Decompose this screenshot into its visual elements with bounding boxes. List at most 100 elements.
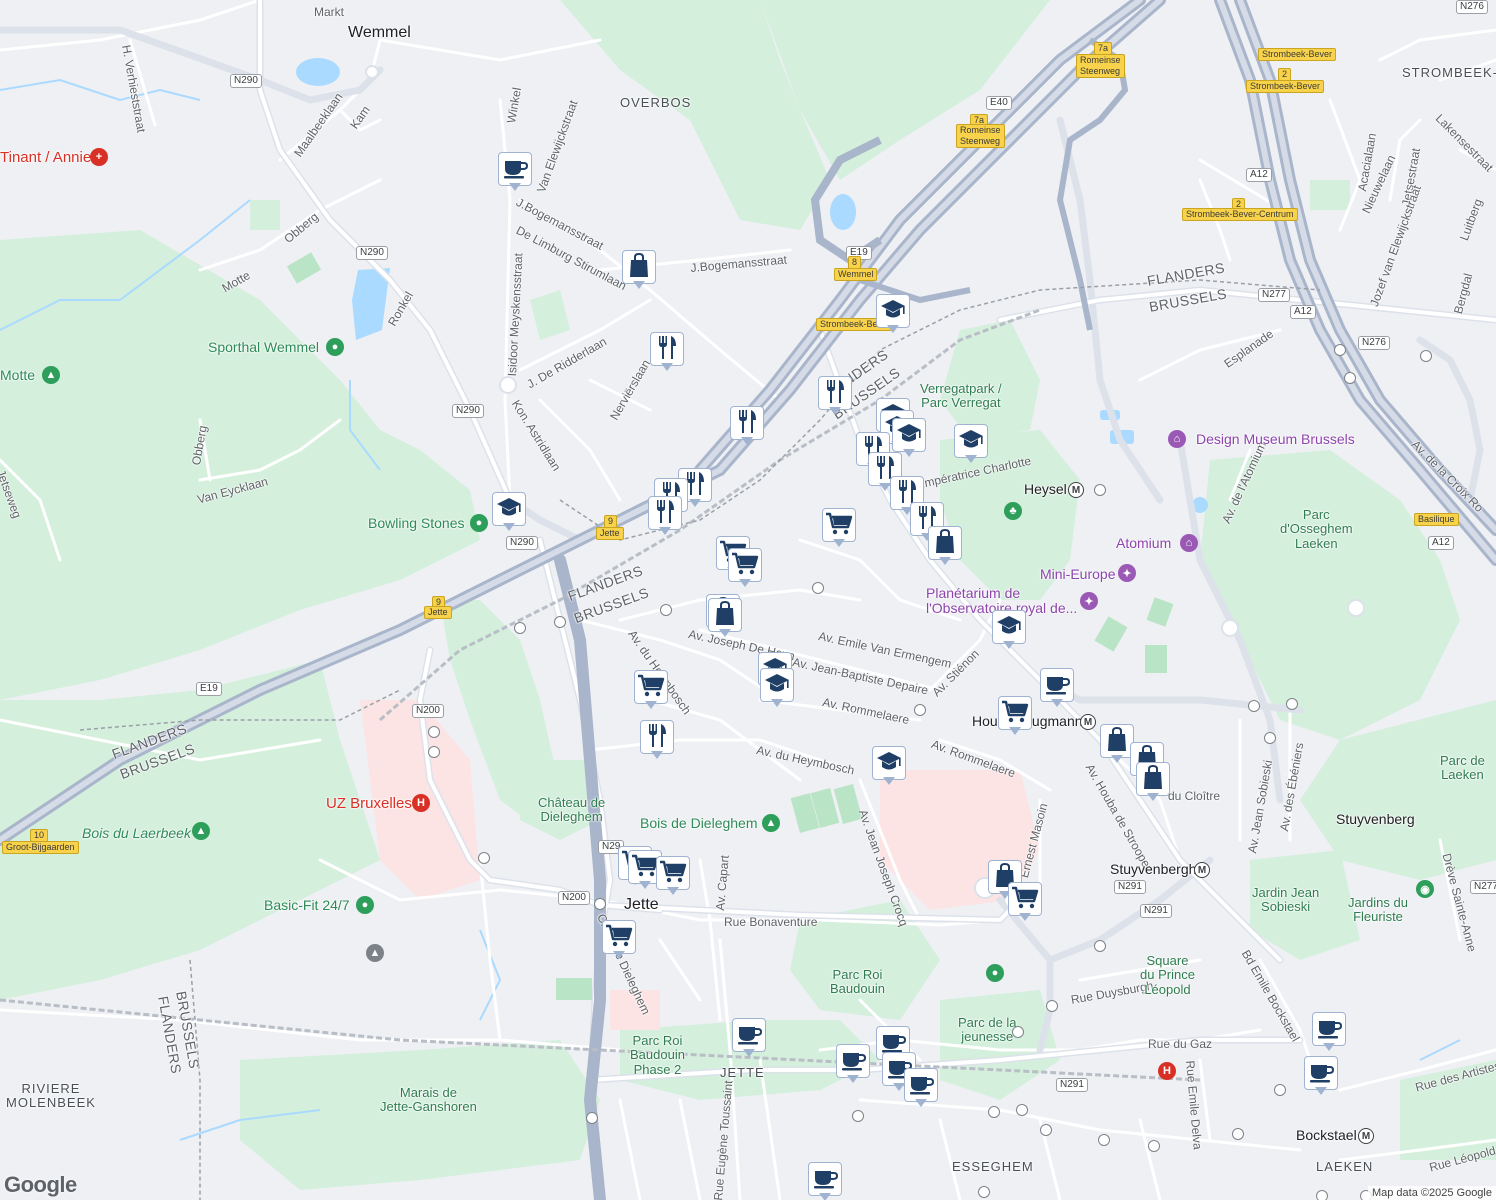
bus-stop-icon[interactable] — [594, 898, 606, 910]
bus-stop-icon[interactable] — [978, 1186, 990, 1198]
bus-stop-icon[interactable] — [660, 604, 672, 616]
bus-stop-icon[interactable] — [1334, 344, 1346, 356]
road-shield-e19b: E19 — [196, 682, 222, 696]
shopping-bag-marker[interactable] — [1100, 724, 1134, 764]
bus-stop-icon[interactable] — [428, 746, 440, 758]
road-shield-groot: Groot-Bijgaarden — [2, 841, 79, 854]
school-marker[interactable] — [492, 492, 526, 532]
park-icon[interactable]: ▲ — [762, 814, 780, 832]
bus-stop-icon[interactable] — [1016, 1104, 1028, 1116]
bus-stop-icon[interactable] — [514, 622, 526, 634]
cafe-marker[interactable] — [808, 1162, 842, 1200]
restaurant-marker[interactable] — [640, 720, 674, 760]
school-marker[interactable] — [954, 424, 988, 464]
shopping-bag-marker[interactable] — [928, 526, 962, 566]
map-attribution[interactable]: Map data ©2025 Google — [1367, 1186, 1496, 1200]
place-label: Stuyvenbergh — [1110, 861, 1197, 877]
supermarket-marker[interactable] — [728, 548, 762, 588]
place-label: Tinant / Annie — [0, 149, 92, 166]
museum-icon[interactable]: ⌂ — [1180, 534, 1198, 552]
restaurant-marker[interactable] — [730, 406, 764, 446]
museum-icon[interactable]: ✦ — [1080, 592, 1098, 610]
school-icon — [875, 747, 903, 780]
supermarket-marker[interactable] — [656, 856, 690, 896]
bus-stop-icon[interactable] — [1264, 732, 1276, 744]
road-shield-wemmel_ex: Wemmel — [834, 268, 878, 281]
marker-pointer — [1009, 727, 1021, 735]
metro-station-icon[interactable]: M — [1194, 862, 1210, 878]
supermarket-marker[interactable] — [822, 508, 856, 548]
bus-stop-icon[interactable] — [1248, 700, 1260, 712]
bus-stop-icon[interactable] — [586, 1112, 598, 1124]
school-marker[interactable] — [760, 668, 794, 708]
district-label: JETTE — [720, 1065, 765, 1080]
bus-stop-icon[interactable] — [812, 582, 824, 594]
supermarket-marker[interactable] — [634, 670, 668, 710]
cafe-marker[interactable] — [904, 1068, 938, 1108]
shopping-bag-marker[interactable] — [1136, 762, 1170, 802]
bus-stop-icon[interactable] — [1344, 372, 1356, 384]
park-icon[interactable]: ▲ — [42, 366, 60, 384]
bus-stop-icon[interactable] — [1046, 1000, 1058, 1012]
cafe-icon — [735, 1019, 763, 1052]
cafe-marker[interactable] — [732, 1018, 766, 1058]
metro-station-icon[interactable]: M — [1358, 1128, 1374, 1144]
supermarket-marker[interactable] — [998, 696, 1032, 736]
bus-stop-icon[interactable] — [852, 1110, 864, 1122]
supermarket-marker[interactable] — [602, 920, 636, 960]
bus-stop-icon[interactable] — [1094, 940, 1106, 952]
bus-stop-icon[interactable] — [914, 704, 926, 716]
attraction-icon[interactable]: ♣ — [1004, 502, 1022, 520]
hospital-icon[interactable]: + — [90, 148, 108, 166]
sport-icon[interactable]: ● — [356, 896, 374, 914]
sport-icon[interactable]: ● — [326, 338, 344, 356]
cafe-marker[interactable] — [498, 152, 532, 192]
restaurant-marker[interactable] — [650, 332, 684, 372]
cafe-marker[interactable] — [836, 1044, 870, 1084]
restaurant-marker[interactable] — [818, 376, 852, 416]
bus-stop-icon[interactable] — [1098, 1134, 1110, 1146]
bus-stop-icon[interactable] — [1094, 484, 1106, 496]
cafe-marker[interactable] — [1312, 1012, 1346, 1052]
road-shield-sbc: Strombeek-Bever-Centrum — [1182, 208, 1298, 221]
bus-stop-icon[interactable] — [988, 1106, 1000, 1118]
school-marker[interactable] — [992, 610, 1026, 650]
marker-box — [648, 496, 682, 530]
bus-stop-icon[interactable] — [554, 616, 566, 628]
map-canvas[interactable]: Wemmel Markt OVERBOS STROMBEEK-BEVER Jette JE… — [0, 0, 1496, 1200]
bus-stop-icon[interactable] — [1232, 1128, 1244, 1140]
photo-icon[interactable]: ◉ — [1416, 880, 1434, 898]
metro-station-icon[interactable]: M — [1068, 482, 1084, 498]
school-marker[interactable] — [876, 294, 910, 334]
park-icon[interactable]: ▲ — [192, 822, 210, 840]
school-marker[interactable] — [872, 746, 906, 786]
cafe-marker[interactable] — [1040, 668, 1074, 708]
hospital-icon[interactable]: H — [412, 794, 430, 812]
metro-station-icon[interactable]: M — [1080, 714, 1096, 730]
bus-stop-icon[interactable] — [1316, 1190, 1328, 1200]
road-shield-romeinse1: Romeinse Steenweg — [1076, 54, 1125, 78]
cafe-marker[interactable] — [1304, 1056, 1338, 1096]
marker-box — [818, 376, 852, 410]
district-label: ESSEGHEM — [952, 1159, 1034, 1174]
marker-pointer — [659, 527, 671, 535]
bus-stop-icon[interactable] — [1148, 1140, 1160, 1152]
museum-icon[interactable]: ⌂ — [1168, 430, 1186, 448]
restaurant-marker[interactable] — [648, 496, 682, 536]
bus-stop-icon[interactable] — [478, 852, 490, 864]
bus-stop-icon[interactable] — [1040, 1124, 1052, 1136]
bus-stop-icon[interactable] — [1012, 1026, 1024, 1038]
hospital-icon[interactable]: H — [1158, 1062, 1176, 1080]
bus-stop-icon[interactable] — [1274, 1084, 1286, 1096]
bus-stop-icon[interactable] — [1420, 350, 1432, 362]
shopping-bag-marker[interactable] — [622, 250, 656, 290]
bus-stop-icon[interactable] — [428, 726, 440, 738]
place-label: Square du Prince Léopold — [1140, 953, 1195, 997]
sport-icon[interactable]: ● — [986, 964, 1004, 982]
shopping-bag-marker[interactable] — [708, 598, 742, 638]
school-small-icon[interactable]: ▲ — [366, 944, 384, 962]
supermarket-marker[interactable] — [1008, 882, 1042, 922]
bus-stop-icon[interactable] — [1286, 698, 1298, 710]
museum-icon[interactable]: ✦ — [1118, 564, 1136, 582]
sport-icon[interactable]: ● — [470, 514, 488, 532]
